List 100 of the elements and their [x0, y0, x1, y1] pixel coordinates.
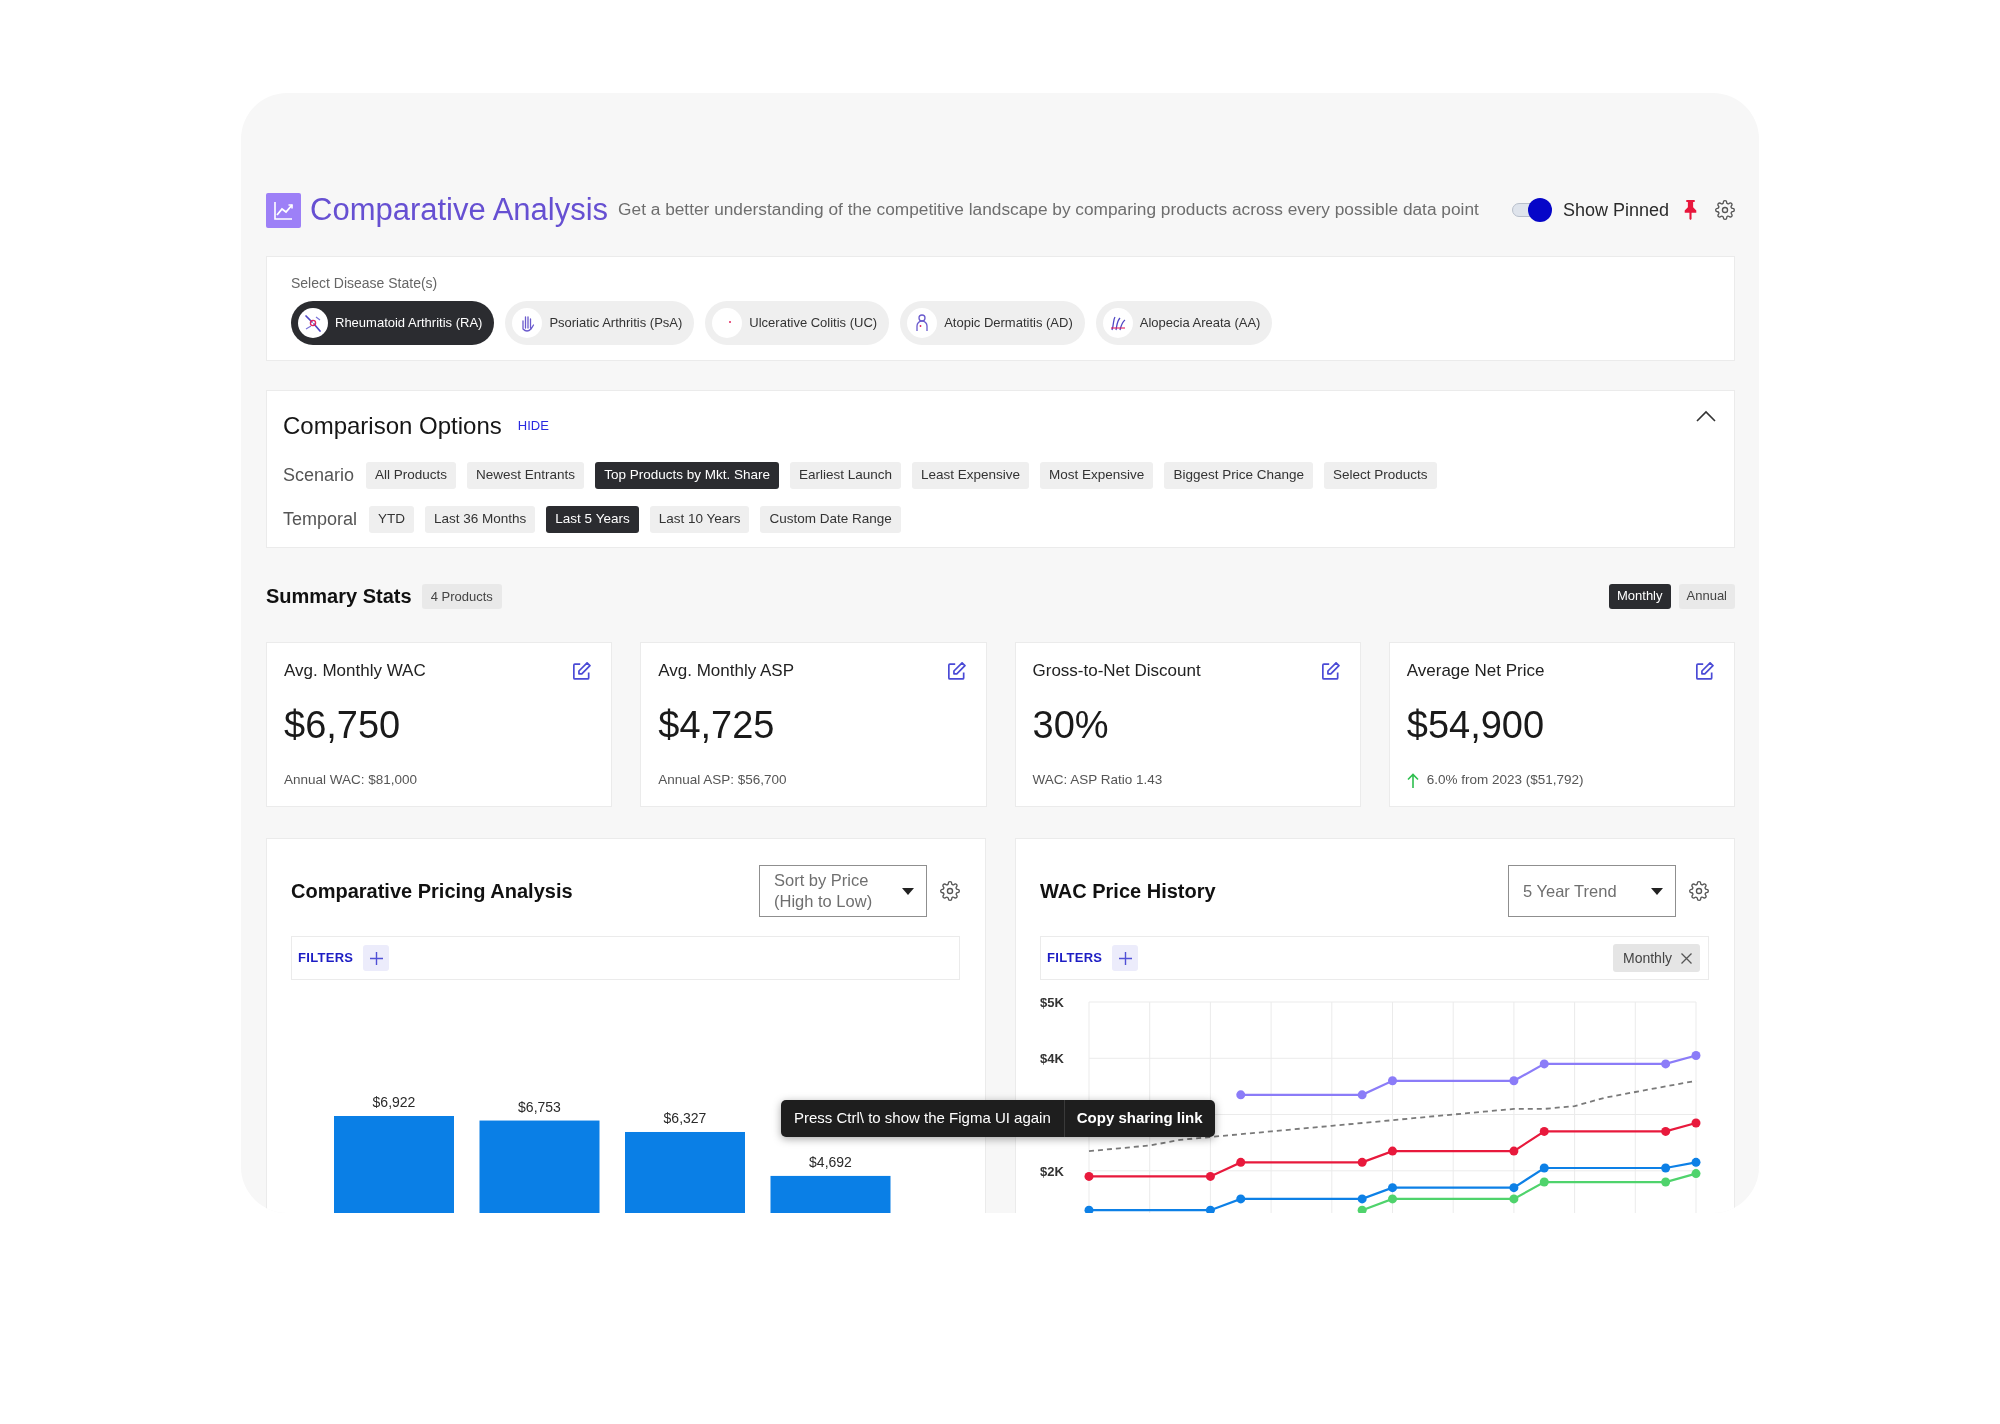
y-axis-label: $2K	[1040, 1163, 1064, 1179]
stat-title: Avg. Monthly WAC	[284, 660, 426, 682]
point	[1539, 1059, 1549, 1069]
show-pinned-toggle[interactable]	[1511, 198, 1552, 222]
edit-icon[interactable]	[947, 662, 966, 680]
point	[1509, 1076, 1519, 1086]
disease-pill[interactable]: Atopic Dermatitis (AD)	[900, 301, 1085, 345]
stat-note: 6.0% from 2023 ($51,792)	[1426, 770, 1584, 789]
bar-value-label: $6,327	[663, 1110, 707, 1126]
add-filter-button[interactable]	[363, 945, 390, 971]
point	[1691, 1169, 1701, 1179]
stat-note: Annual ASP: $56,700	[658, 770, 787, 789]
point	[1236, 1157, 1246, 1167]
option-chip[interactable]: All Products	[366, 461, 457, 489]
option-chip[interactable]: Earliest Launch	[789, 461, 901, 489]
page-title: Comparative Analysis	[310, 191, 609, 229]
point	[1388, 1183, 1397, 1193]
option-chip[interactable]: Last 36 Months	[425, 505, 536, 533]
point	[1539, 1163, 1549, 1173]
option-chip[interactable]: Last 10 Years	[649, 505, 750, 533]
stat-note: WAC: ASP Ratio 1.43	[1032, 770, 1163, 789]
point	[1509, 1183, 1519, 1193]
point	[1691, 1157, 1701, 1167]
comparison-title: Comparison Options	[283, 411, 502, 441]
point	[1205, 1205, 1215, 1213]
filter-chip[interactable]: Monthly	[1612, 944, 1700, 972]
summary-title: Summary Stats	[266, 584, 412, 609]
point	[1357, 1194, 1367, 1204]
chart-dropdown[interactable]: Sort by Price (High to Low)	[759, 865, 927, 917]
stat-title: Avg. Monthly ASP	[658, 660, 794, 682]
option-chip[interactable]: Least Expensive	[912, 461, 1030, 489]
disease-label: Select Disease State(s)	[291, 274, 439, 293]
pin-icon[interactable]	[1683, 200, 1698, 220]
point	[1357, 1090, 1367, 1100]
disease-pill[interactable]: Psoriatic Arthritis (PsA)	[505, 301, 695, 345]
settings-icon[interactable]	[1689, 881, 1709, 901]
bar-value-label: $6,753	[518, 1098, 561, 1115]
point	[1205, 1171, 1215, 1181]
caret-down-icon	[1651, 887, 1663, 895]
option-chip[interactable]: Last 5 Years	[546, 505, 639, 533]
bar-value-label: $4,692	[809, 1153, 852, 1170]
close-icon[interactable]	[1681, 952, 1692, 964]
period-tab[interactable]: Annual	[1678, 583, 1735, 609]
hide-link[interactable]: HIDE	[517, 416, 549, 436]
disease-pill[interactable]: Alopecia Areata (AA)	[1095, 301, 1273, 345]
chart-title: WAC Price History	[1040, 879, 1216, 904]
plus-icon	[1118, 951, 1132, 965]
stat-value: $54,900	[1406, 703, 1546, 747]
copy-link-button[interactable]: Copy sharing link	[1063, 1100, 1215, 1137]
disease-pill[interactable]: Ulcerative Colitis (UC)	[705, 301, 890, 345]
point	[1388, 1194, 1397, 1204]
point	[1661, 1059, 1671, 1069]
option-chip[interactable]: Newest Entrants	[467, 461, 585, 489]
option-chip[interactable]: Select Products	[1323, 461, 1437, 489]
add-filter-button[interactable]	[1112, 945, 1139, 971]
edit-icon[interactable]	[1321, 662, 1340, 680]
stat-value: $4,725	[658, 703, 776, 747]
point	[1236, 1090, 1246, 1100]
point	[1661, 1163, 1671, 1173]
option-chip[interactable]: Most Expensive	[1040, 461, 1154, 489]
page-subtitle: Get a better understanding of the competitive landscape by comparing products across every possible data point	[618, 198, 1479, 222]
point	[1388, 1146, 1397, 1156]
stat-title: Average Net Price	[1406, 660, 1545, 682]
point	[1357, 1157, 1367, 1167]
point	[1661, 1126, 1671, 1136]
caret-down-icon	[902, 887, 914, 895]
disease-pill[interactable]: Rheumatoid Arthritis (RA)	[291, 301, 495, 345]
hand-icon	[512, 308, 543, 338]
option-chip[interactable]: YTD	[369, 505, 415, 533]
hair-icon	[1102, 308, 1133, 338]
stat-title: Gross-to-Net Discount	[1032, 660, 1201, 682]
edit-icon[interactable]	[1696, 662, 1714, 680]
settings-icon[interactable]	[940, 881, 960, 901]
show-pinned-label: Show Pinned	[1562, 198, 1669, 222]
option-chip[interactable]: Custom Date Range	[760, 505, 901, 533]
option-row-label: Scenario	[283, 463, 355, 487]
chart-dropdown[interactable]: 5 Year Trend	[1508, 865, 1676, 917]
point	[1236, 1194, 1246, 1204]
point	[1509, 1146, 1519, 1156]
toast-message: Press Ctrl\ to show the Figma UI again	[793, 1108, 1052, 1129]
period-tab[interactable]: Monthly	[1609, 583, 1671, 609]
stat-note: Annual WAC: $81,000	[284, 770, 418, 789]
y-axis-label: $4K	[1040, 1051, 1064, 1067]
settings-icon[interactable]	[1715, 200, 1735, 220]
point	[1357, 1205, 1367, 1213]
product-count-badge: 4 Products	[421, 583, 502, 609]
option-chip[interactable]: Biggest Price Change	[1164, 461, 1313, 489]
edit-icon[interactable]	[573, 662, 592, 680]
point	[1388, 1076, 1397, 1086]
chart-title: Comparative Pricing Analysis	[291, 879, 573, 904]
option-chip[interactable]: Top Products by Mkt. Share	[595, 461, 779, 489]
point	[1661, 1177, 1671, 1187]
point	[1084, 1171, 1094, 1181]
chevron-up-icon[interactable]	[1696, 410, 1716, 422]
point	[1539, 1126, 1549, 1136]
point	[1691, 1118, 1701, 1128]
filters-label: FILTERS	[298, 949, 354, 968]
chart-icon	[266, 192, 301, 228]
dot-icon	[712, 308, 743, 338]
joint-icon	[298, 308, 328, 338]
